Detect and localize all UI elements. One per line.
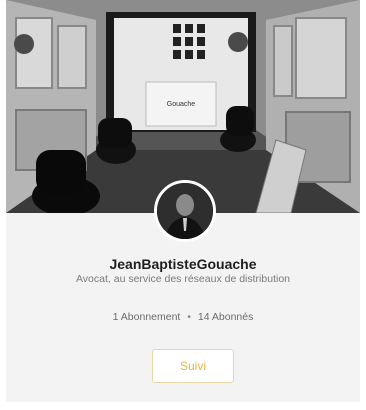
stats-separator: • bbox=[187, 311, 191, 323]
profile-card: Gouache JeanBaptisteGouache Avocat, au s… bbox=[6, 0, 360, 402]
followers-count[interactable]: 14 Abonnés bbox=[198, 311, 253, 323]
following-count[interactable]: 1 Abonnement bbox=[113, 311, 181, 323]
profile-tagline: Avocat, au service des réseaux de distri… bbox=[75, 273, 290, 285]
profile-stats: 1 Abonnement • 14 Abonnés bbox=[6, 311, 360, 323]
avatar[interactable] bbox=[154, 180, 216, 242]
profile-name[interactable]: JeanBaptisteGouache bbox=[6, 256, 360, 272]
follow-button[interactable]: Suivi bbox=[152, 349, 234, 383]
cover-sign-text: Gouache bbox=[167, 101, 196, 108]
